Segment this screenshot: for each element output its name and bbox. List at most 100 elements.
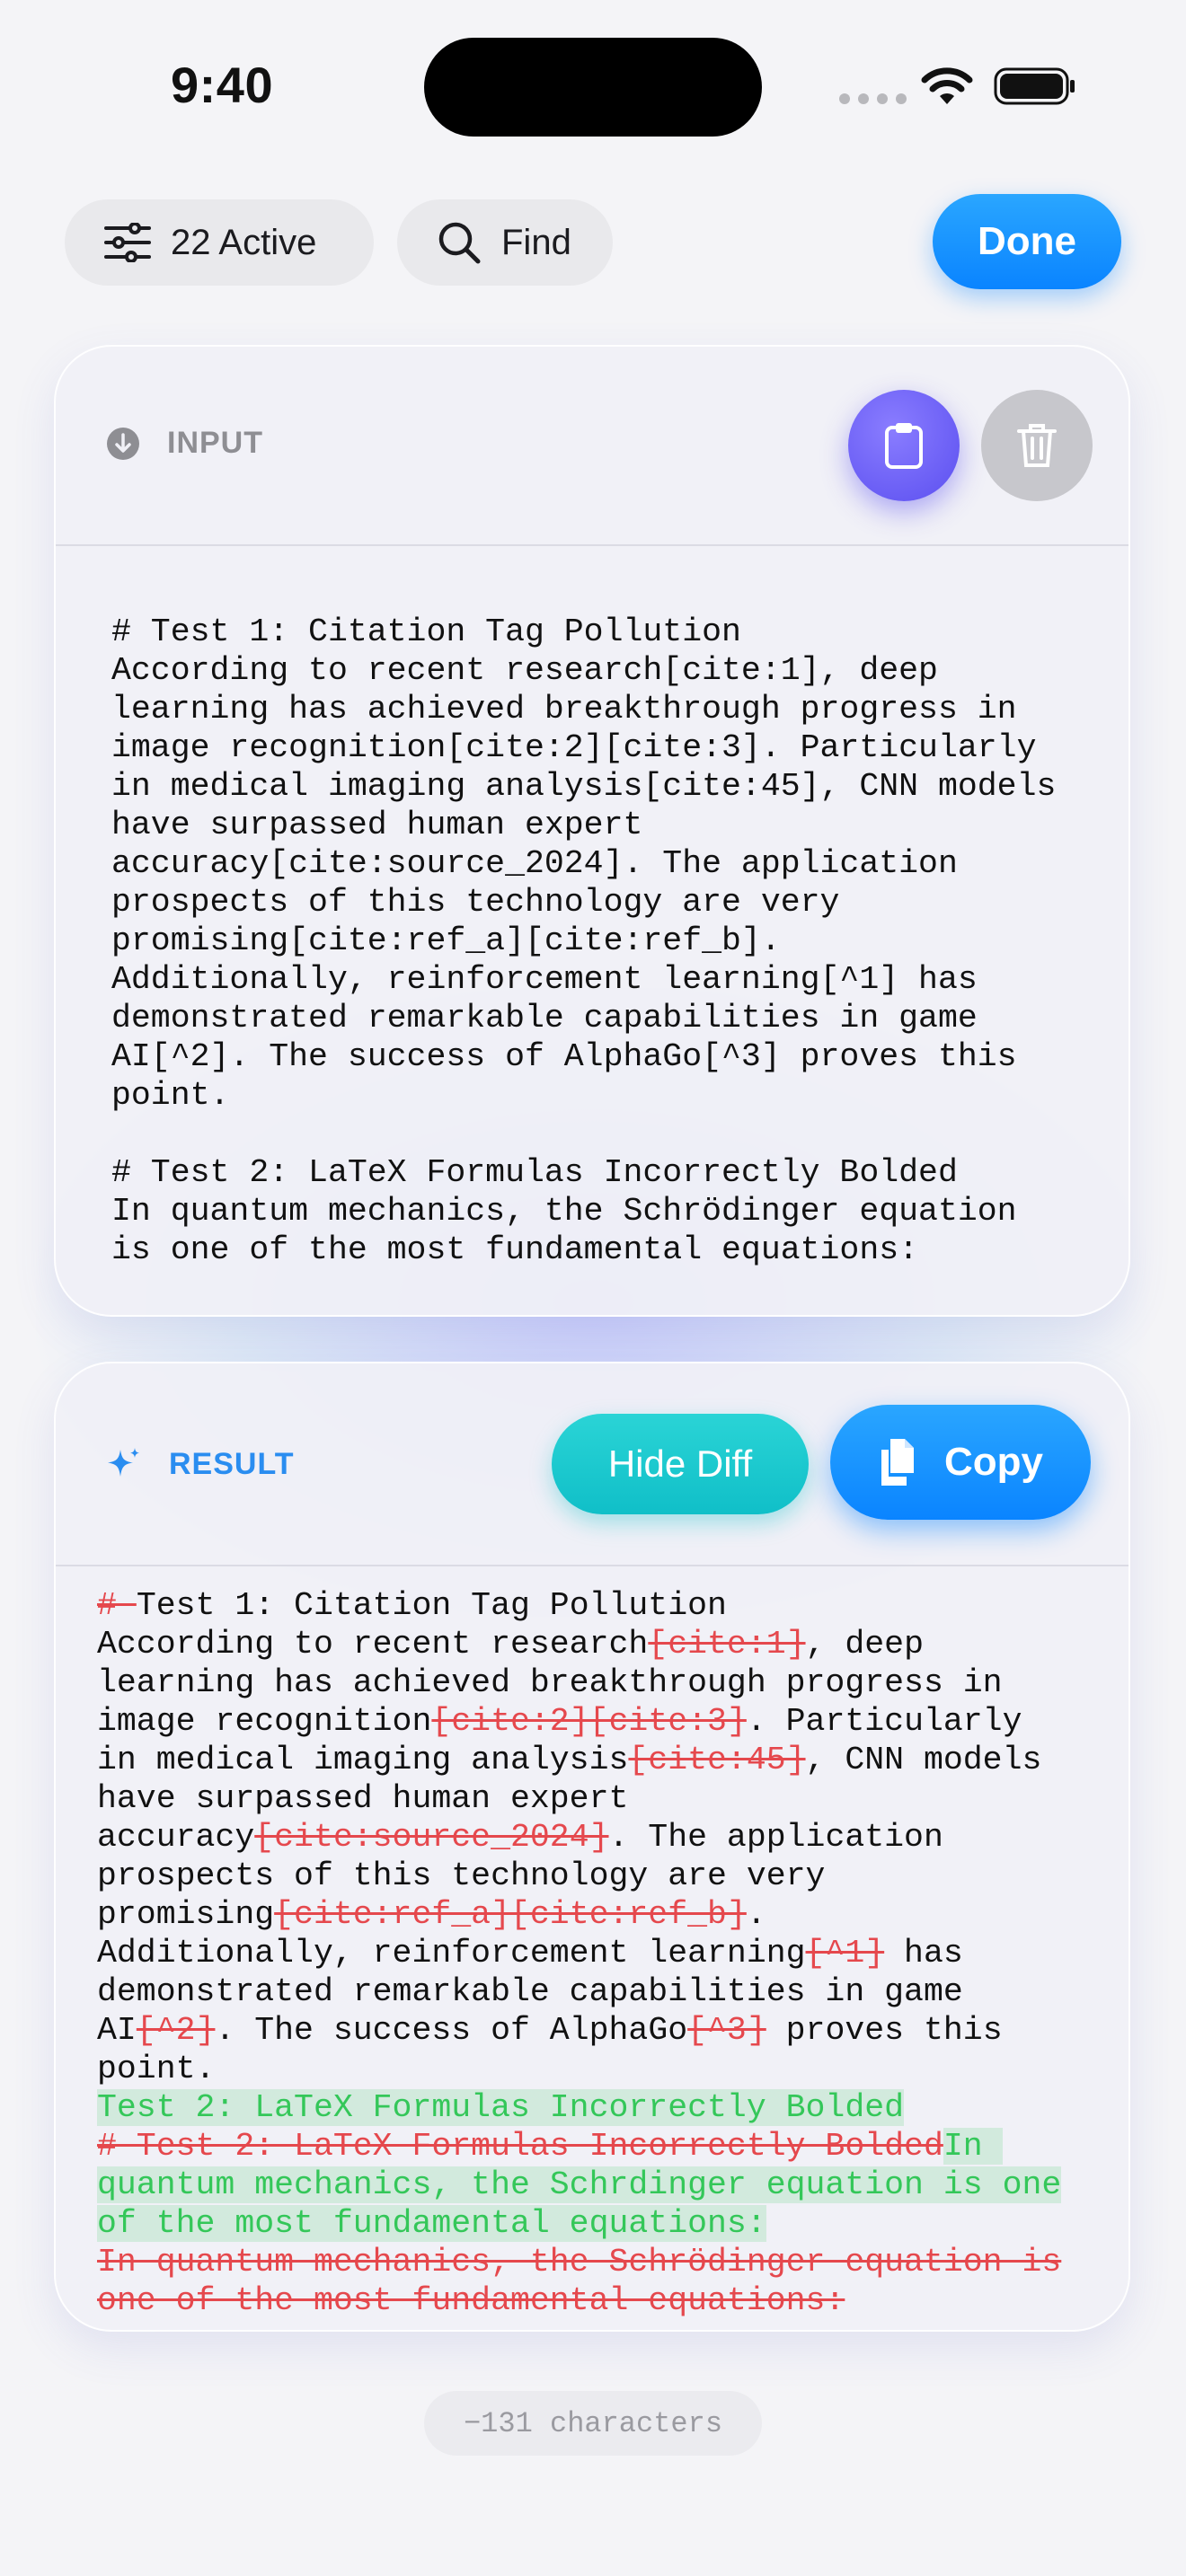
- done-button[interactable]: Done: [933, 194, 1121, 289]
- deleted-segment: [^1]: [805, 1935, 885, 1972]
- result-line: have surpassed human expert: [97, 1779, 1061, 1818]
- deleted-segment: [cite:ref_a][cite:ref_b]: [274, 1896, 747, 1933]
- input-line: in medical imaging analysis[cite:45], CN…: [111, 768, 1057, 805]
- copy-button[interactable]: Copy: [830, 1405, 1091, 1520]
- input-line: According to recent research[cite:1], de…: [111, 652, 938, 689]
- input-line: AI[^2]. The success of AlphaGo[^3] prove…: [111, 1038, 1017, 1075]
- result-line: AI[^2]. The success of AlphaGo[^3] prove…: [97, 2011, 1061, 2050]
- dynamic-island: [424, 38, 762, 137]
- input-line: is one of the most fundamental equations…: [111, 1231, 919, 1268]
- result-line: in medical imaging analysis[cite:45], CN…: [97, 1741, 1061, 1779]
- unchanged-segment: accuracy: [97, 1819, 255, 1856]
- unchanged-segment: , CNN models: [805, 1742, 1042, 1778]
- deleted-segment: [cite:1]: [648, 1626, 806, 1663]
- unchanged-segment: has: [884, 1935, 963, 1972]
- paste-button[interactable]: [848, 390, 960, 501]
- result-line: Additionally, reinforcement learning[^1]…: [97, 1934, 1061, 1972]
- input-line: demonstrated remarkable capabilities in …: [111, 1000, 978, 1037]
- unchanged-segment: . The application: [608, 1819, 943, 1856]
- inserted-segment: quantum mechanics, the Schrdinger equati…: [97, 2166, 1062, 2203]
- search-icon: [438, 222, 481, 264]
- unchanged-segment: image recognition: [97, 1703, 432, 1740]
- input-line: # Test 2: LaTeX Formulas Incorrectly Bol…: [111, 1154, 958, 1191]
- status-time: 9:40: [171, 57, 274, 113]
- result-section-label: RESULT: [106, 1446, 294, 1482]
- input-line: prospects of this technology are very: [111, 884, 840, 921]
- deleted-segment: In quantum mechanics, the Schrödinger eq…: [97, 2244, 1062, 2280]
- input-section-label: INPUT: [106, 426, 263, 461]
- input-text-area[interactable]: # Test 1: Citation Tag Pollution Accordin…: [111, 613, 1056, 1269]
- unchanged-segment: Additionally, reinforcement learning: [97, 1935, 806, 1972]
- unchanged-segment: proves this: [766, 2012, 1003, 2049]
- unchanged-segment: Test 1: Citation Tag Pollution: [136, 1587, 727, 1624]
- deleted-segment: #: [97, 1587, 137, 1624]
- cellular-signal-icon: [839, 93, 907, 104]
- unchanged-segment: , deep: [805, 1626, 924, 1663]
- character-delta-badge: −131 characters: [424, 2391, 762, 2456]
- input-line: image recognition[cite:2][cite:3]. Parti…: [111, 729, 1037, 766]
- documents-icon: [881, 1439, 914, 1486]
- result-line: point.: [97, 2050, 1061, 2088]
- sparkle-icon: [108, 1448, 139, 1477]
- unchanged-segment: promising: [97, 1896, 275, 1933]
- input-line: Additionally, reinforcement learning[^1]…: [111, 961, 978, 998]
- result-line: Test 2: LaTeX Formulas Incorrectly Bolde…: [97, 2088, 1061, 2127]
- result-line: In quantum mechanics, the Schrödinger eq…: [97, 2243, 1061, 2281]
- clear-input-button[interactable]: [981, 390, 1093, 501]
- result-line: prospects of this technology are very: [97, 1857, 1061, 1895]
- input-card: INPUT # Test 1: Citation Tag Pollution Ac…: [54, 345, 1130, 1317]
- unchanged-segment: have surpassed human expert: [97, 1780, 629, 1817]
- arrow-down-circle-icon: [107, 427, 139, 460]
- inserted-segment: In: [943, 2128, 1003, 2165]
- input-line: point.: [111, 1077, 230, 1114]
- unchanged-segment: prospects of this technology are very: [97, 1857, 826, 1894]
- deleted-segment: one of the most fundamental equations:: [97, 2282, 845, 2319]
- result-line: one of the most fundamental equations:: [97, 2281, 1061, 2320]
- input-label-text: INPUT: [167, 426, 263, 460]
- input-line: In quantum mechanics, the Schrödinger eq…: [111, 1193, 1017, 1230]
- input-line: promising[cite:ref_a][cite:ref_b].: [111, 922, 781, 959]
- deleted-segment: [^3]: [687, 2012, 766, 2049]
- unchanged-segment: demonstrated remarkable capabilities in …: [97, 1973, 963, 2010]
- result-line: quantum mechanics, the Schrdinger equati…: [97, 2166, 1062, 2204]
- find-label: Find: [501, 222, 571, 262]
- input-line: have surpassed human expert: [111, 807, 643, 843]
- result-card: RESULT Hide Diff Copy # Test 1: Citation…: [54, 1362, 1130, 2332]
- result-label-text: RESULT: [169, 1446, 295, 1481]
- result-card-header: RESULT Hide Diff Copy: [56, 1363, 1128, 1566]
- copy-label: Copy: [944, 1440, 1043, 1484]
- unchanged-segment: .: [746, 1896, 766, 1933]
- active-filters-button[interactable]: 22 Active: [65, 199, 374, 286]
- clipboard-icon: [885, 423, 923, 469]
- result-line: of the most fundamental equations:: [97, 2204, 1061, 2243]
- trash-icon: [1017, 424, 1057, 467]
- input-line: accuracy[cite:source_2024]. The applicat…: [111, 845, 958, 882]
- wifi-icon: [921, 67, 973, 104]
- result-line: promising[cite:ref_a][cite:ref_b].: [97, 1895, 1061, 1934]
- input-card-header: INPUT: [56, 347, 1128, 546]
- deleted-segment: [cite:source_2024]: [254, 1819, 609, 1856]
- inserted-segment: of the most fundamental equations:: [97, 2205, 766, 2242]
- result-line: # Test 1: Citation Tag Pollution: [97, 1586, 1061, 1625]
- sliders-icon: [104, 223, 151, 262]
- input-line: [111, 1115, 1056, 1153]
- unchanged-segment: . Particularly: [746, 1703, 1022, 1740]
- active-filters-label: 22 Active: [171, 222, 317, 262]
- result-diff-text: # Test 1: Citation Tag Pollution Accordin…: [97, 1586, 1062, 2320]
- deleted-segment: [^2]: [136, 2012, 216, 2049]
- result-line: According to recent research[cite:1], de…: [97, 1625, 1061, 1663]
- result-line: accuracy[cite:source_2024]. The applicat…: [97, 1818, 1061, 1857]
- unchanged-segment: . The success of AlphaGo: [215, 2012, 688, 2049]
- input-line: # Test 1: Citation Tag Pollution: [111, 613, 741, 650]
- unchanged-segment: AI: [97, 2012, 137, 2049]
- input-line: learning has achieved breakthrough progr…: [111, 691, 1017, 728]
- battery-icon: [994, 67, 1075, 105]
- unchanged-segment: in medical imaging analysis: [97, 1742, 629, 1778]
- hide-diff-button[interactable]: Hide Diff: [552, 1414, 809, 1514]
- result-line: demonstrated remarkable capabilities in …: [97, 1972, 1061, 2011]
- find-button[interactable]: Find: [397, 199, 613, 286]
- result-line: # Test 2: LaTeX Formulas Incorrectly Bol…: [97, 2127, 1061, 2166]
- inserted-segment: Test 2: LaTeX Formulas Incorrectly Bolde…: [97, 2089, 905, 2126]
- unchanged-segment: point.: [97, 2051, 216, 2087]
- unchanged-segment: According to recent research: [97, 1626, 649, 1663]
